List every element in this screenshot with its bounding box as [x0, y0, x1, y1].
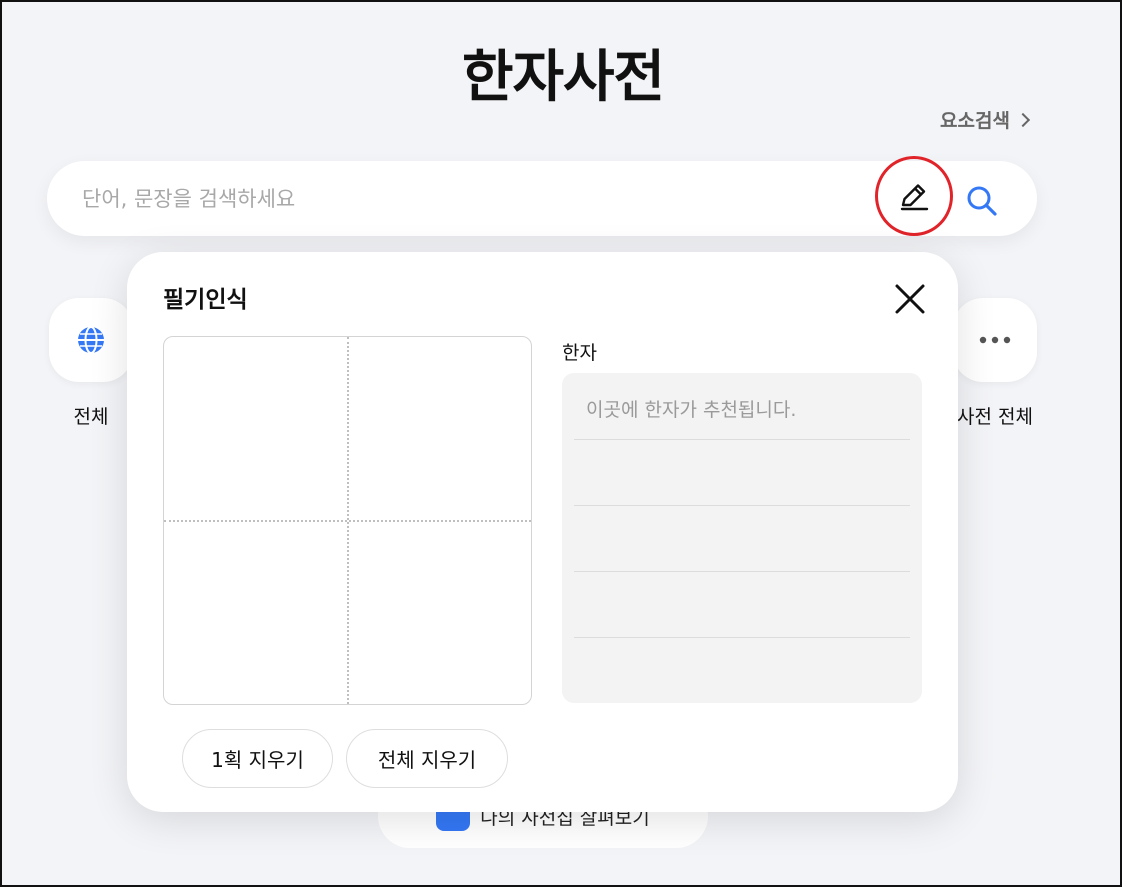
handwriting-panel: 필기인식 한자 이곳에 한자가 추천됩니다. 1획 지우기 전체 지우기	[127, 252, 958, 812]
panel-title: 필기인식	[163, 287, 248, 313]
pen-icon	[900, 184, 929, 211]
horizontal-guide-line	[164, 520, 531, 522]
globe-icon	[78, 326, 104, 354]
search-icon	[967, 186, 997, 216]
chevron-right-icon	[1015, 112, 1030, 127]
search-input[interactable]	[82, 179, 862, 219]
hanja-suggestions-box: 이곳에 한자가 추천됩니다.	[562, 373, 922, 703]
hanja-row-divider	[574, 439, 910, 440]
hanja-placeholder: 이곳에 한자가 추천됩니다.	[586, 399, 797, 421]
search-bar	[47, 156, 1037, 236]
drawing-canvas[interactable]	[163, 336, 532, 705]
erase-one-stroke-button[interactable]: 1획 지우기	[182, 729, 333, 788]
close-button[interactable]	[890, 279, 930, 319]
element-search-link[interactable]: 요소검색	[940, 106, 1030, 133]
element-search-label: 요소검색	[940, 110, 1010, 132]
category-all-label: 전체	[73, 406, 109, 428]
handwriting-button[interactable]	[875, 156, 953, 236]
category-more[interactable]: 사전 전체	[953, 298, 1037, 429]
category-all[interactable]: 전체	[49, 298, 133, 429]
category-more-button[interactable]	[953, 298, 1037, 382]
hanja-row-divider	[574, 637, 910, 638]
page-title: 한자사전	[461, 45, 665, 110]
erase-all-button[interactable]: 전체 지우기	[346, 729, 508, 788]
more-dots-icon	[979, 336, 1011, 344]
hanja-label: 한자	[562, 342, 597, 364]
category-all-button[interactable]	[49, 298, 133, 382]
hanja-row-divider	[574, 571, 910, 572]
category-more-label: 사전 전체	[957, 406, 1033, 428]
hanja-row-divider	[574, 505, 910, 506]
search-button[interactable]	[960, 179, 1004, 223]
close-icon	[895, 284, 925, 314]
